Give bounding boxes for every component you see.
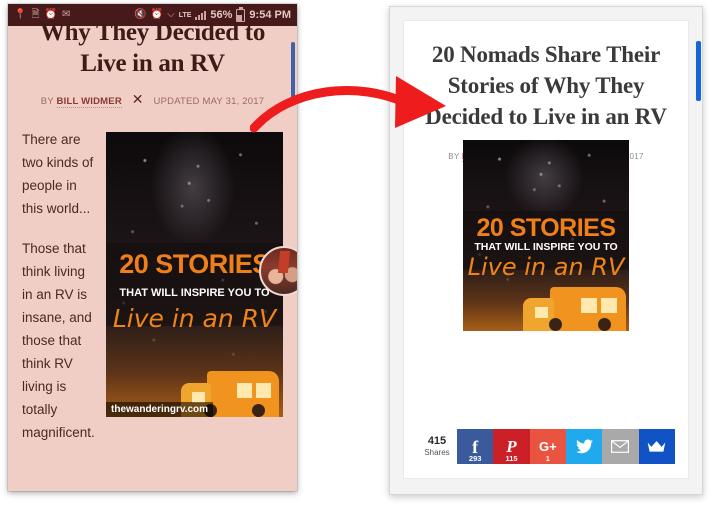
close-icon: ✕ bbox=[131, 91, 144, 107]
mobile-article: Why They Decided to Live in an RV BY BIL… bbox=[8, 19, 297, 491]
facebook-icon: f bbox=[472, 436, 479, 457]
pinterest-share-count: 115 bbox=[505, 454, 518, 463]
social-share-bar: 415 Shares f 293 P 115 G+ 1 bbox=[417, 429, 675, 464]
rv-wheel bbox=[548, 318, 562, 331]
mobile-article-image[interactable]: 20 STORIES THAT WILL INSPIRE YOU TO Live… bbox=[106, 132, 283, 417]
mobile-author-link[interactable]: BILL WIDMER bbox=[56, 96, 122, 108]
mobile-phone-screenshot: 📍 🗎 ⏰ ✉ 🔇 ⏰ ⌵ LTE 56% 9:54 PM Why They D… bbox=[8, 4, 297, 491]
share-total: 415 Shares bbox=[417, 429, 457, 464]
mobile-poster-line-2: THAT WILL INSPIRE YOU TO bbox=[119, 287, 270, 300]
desktop-poster-line-1: 20 STORIES bbox=[476, 213, 616, 242]
rv-window bbox=[580, 298, 597, 313]
mobile-poster-line-3: Live in an RV bbox=[112, 304, 277, 334]
envelope-icon bbox=[611, 440, 630, 453]
mobile-headline-line-2: Live in an RV bbox=[80, 50, 225, 77]
crown-icon bbox=[648, 441, 666, 452]
desktop-article-page: 20 Nomads Share Their Stories of Why The… bbox=[404, 21, 688, 478]
pinterest-icon: P bbox=[506, 437, 517, 456]
mobile-headline-line-1: Why They Decided to bbox=[39, 19, 266, 46]
mobile-poster-line-1: 20 STORIES bbox=[119, 248, 270, 279]
rv-illustration bbox=[522, 273, 626, 331]
pinterest-share-button[interactable]: P 115 bbox=[493, 429, 530, 464]
facebook-share-button[interactable]: f 293 bbox=[457, 429, 494, 464]
rv-cab-window bbox=[534, 307, 548, 318]
desktop-scrollbar[interactable] bbox=[696, 41, 701, 101]
rv-window bbox=[237, 383, 253, 398]
share-total-number: 415 bbox=[427, 435, 447, 447]
share-total-label: Shares bbox=[424, 448, 450, 457]
mobile-image-watermark: thewanderingrv.com bbox=[106, 402, 214, 417]
googleplus-icon: G+ bbox=[538, 439, 557, 454]
desktop-poster-line-2: THAT WILL INSPIRE YOU TO bbox=[474, 241, 618, 254]
desktop-article-image[interactable]: 20 STORIES THAT WILL INSPIRE YOU TO Live… bbox=[463, 140, 629, 331]
rv-window bbox=[600, 298, 617, 313]
mobile-by-label: BY bbox=[40, 96, 54, 107]
more-share-button[interactable] bbox=[638, 429, 675, 464]
email-share-button[interactable] bbox=[602, 429, 639, 464]
desktop-by-label: BY bbox=[448, 152, 460, 161]
mobile-updated-date: UPDATED MAY 31, 2017 bbox=[153, 96, 265, 107]
twitter-icon bbox=[575, 439, 593, 454]
twitter-share-button[interactable] bbox=[565, 429, 603, 464]
rv-wheel bbox=[597, 318, 611, 331]
mobile-byline: BY BILL WIDMER ✕ UPDATED MAY 31, 2017 bbox=[8, 91, 297, 108]
googleplus-share-button[interactable]: G+ 1 bbox=[529, 429, 566, 464]
mobile-scrollbar[interactable] bbox=[291, 42, 295, 100]
googleplus-share-count: 1 bbox=[545, 454, 550, 463]
mobile-article-body: 20 STORIES THAT WILL INSPIRE YOU TO Live… bbox=[8, 128, 297, 444]
facebook-share-count: 293 bbox=[468, 454, 482, 463]
desktop-browser-screenshot: 20 Nomads Share Their Stories of Why The… bbox=[389, 6, 703, 495]
desktop-page-title: 20 Nomads Share Their Stories of Why The… bbox=[425, 42, 667, 129]
rv-window bbox=[256, 383, 272, 398]
mobile-page-title: Why They Decided to Live in an RV bbox=[22, 17, 283, 79]
